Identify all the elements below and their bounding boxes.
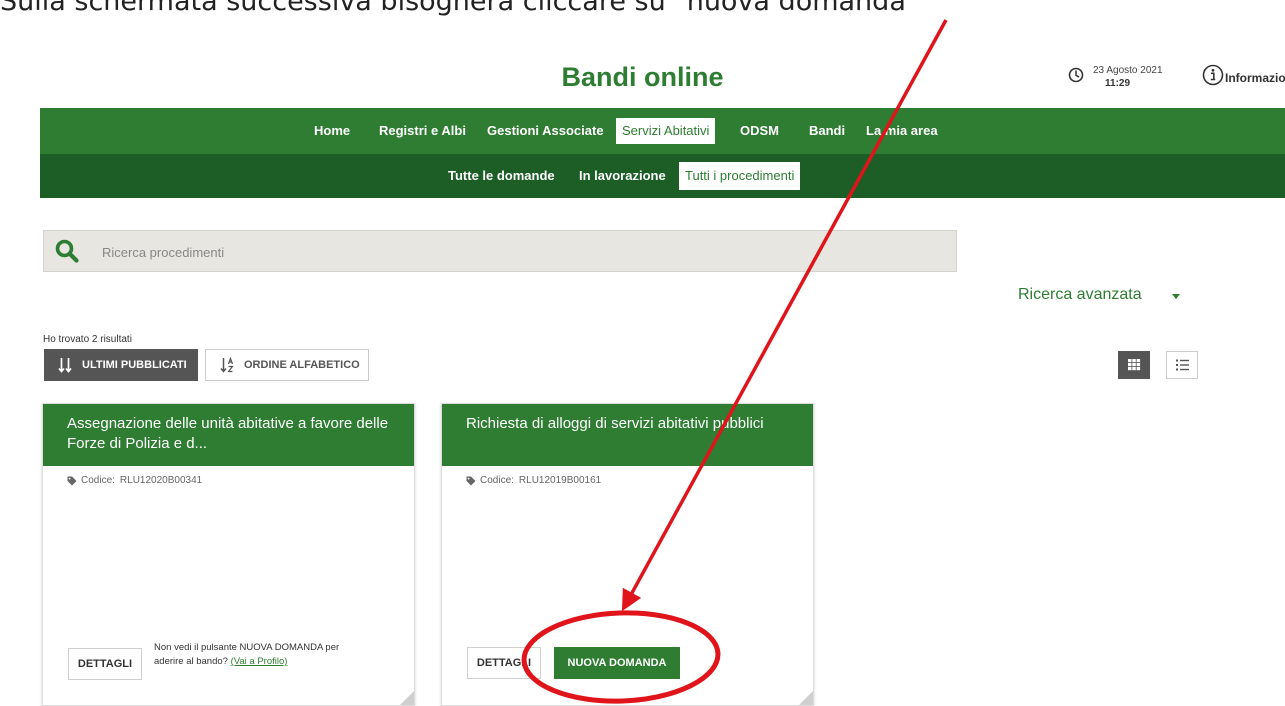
profile-link[interactable]: (Vai a Profilo) xyxy=(231,656,288,667)
card-code: Codice: RLU12019B00161 xyxy=(466,475,601,486)
chevron-down-icon[interactable] xyxy=(1172,294,1180,299)
tag-icon xyxy=(67,476,77,485)
profile-hint: Non vedi il pulsante NUOVA DOMANDA per a… xyxy=(154,641,364,669)
nav-servizi-abitativi[interactable]: Servizi Abitativi xyxy=(616,118,716,144)
grid-view-button[interactable] xyxy=(1118,351,1150,379)
sort-alphabetical-button[interactable]: ORDINE ALFABETICO xyxy=(205,349,369,381)
info-label[interactable]: Informazioni xyxy=(1225,71,1285,85)
sort-alpha-icon xyxy=(220,357,234,373)
tab-tutti-i-procedimenti[interactable]: Tutti i procedimenti xyxy=(679,162,801,190)
sub-nav: Tutte le domande In lavorazione Tutti i … xyxy=(40,154,1285,198)
procedure-card: Assegnazione delle unità abitative a fav… xyxy=(42,403,415,706)
card-title[interactable]: Assegnazione delle unità abitative a fav… xyxy=(43,404,414,466)
sort-latest-button[interactable]: ULTIMI PUBBLICATI xyxy=(44,349,198,381)
main-nav: Home Registri e Albi Gestioni Associate … xyxy=(40,108,1285,154)
card-corner-fold xyxy=(400,691,414,705)
nav-home[interactable]: Home xyxy=(308,118,356,144)
tab-in-lavorazione[interactable]: In lavorazione xyxy=(573,162,672,190)
code-label: Codice: xyxy=(81,475,115,486)
list-icon xyxy=(1176,359,1189,371)
current-date: 23 Agosto 2021 xyxy=(1093,65,1163,76)
current-time: 11:29 xyxy=(1105,78,1131,89)
nav-odsm[interactable]: ODSM xyxy=(734,118,785,144)
sort-desc-icon xyxy=(58,358,72,373)
new-application-button[interactable]: NUOVA DOMANDA xyxy=(554,647,680,679)
annotation-caption: Sulla schermata successiva bisognerà cli… xyxy=(0,0,919,17)
procedure-card: Richiesta di alloggi di servizi abitativ… xyxy=(441,403,814,706)
details-button[interactable]: DETTAGLI xyxy=(467,647,541,679)
code-label: Codice: xyxy=(480,475,514,486)
card-title[interactable]: Richiesta di alloggi di servizi abitativ… xyxy=(442,404,813,466)
grid-icon xyxy=(1128,359,1141,371)
results-count: Ho trovato 2 risultati xyxy=(43,334,132,345)
sort-alpha-label: ORDINE ALFABETICO xyxy=(244,359,360,371)
sort-latest-label: ULTIMI PUBBLICATI xyxy=(82,359,187,371)
code-value: RLU12020B00341 xyxy=(119,475,203,486)
card-code: Codice: RLU12020B00341 xyxy=(67,475,202,486)
tag-icon xyxy=(466,476,476,485)
card-corner-fold xyxy=(799,691,813,705)
info-icon[interactable] xyxy=(1202,64,1224,86)
nav-bandi[interactable]: Bandi xyxy=(803,118,851,144)
nav-gestioni-associate[interactable]: Gestioni Associate xyxy=(481,118,610,144)
search-icon[interactable] xyxy=(54,238,80,264)
advanced-search-toggle[interactable]: Ricerca avanzata xyxy=(1018,286,1142,304)
details-button[interactable]: DETTAGLI xyxy=(68,648,142,680)
tab-tutte-le-domande[interactable]: Tutte le domande xyxy=(442,162,561,190)
code-value: RLU12019B00161 xyxy=(518,475,602,486)
list-view-button[interactable] xyxy=(1166,351,1198,379)
clock-icon xyxy=(1068,67,1084,83)
nav-registri-albi[interactable]: Registri e Albi xyxy=(373,118,472,144)
search-input[interactable] xyxy=(100,240,944,264)
nav-la-mia-area[interactable]: La mia area xyxy=(860,118,944,144)
